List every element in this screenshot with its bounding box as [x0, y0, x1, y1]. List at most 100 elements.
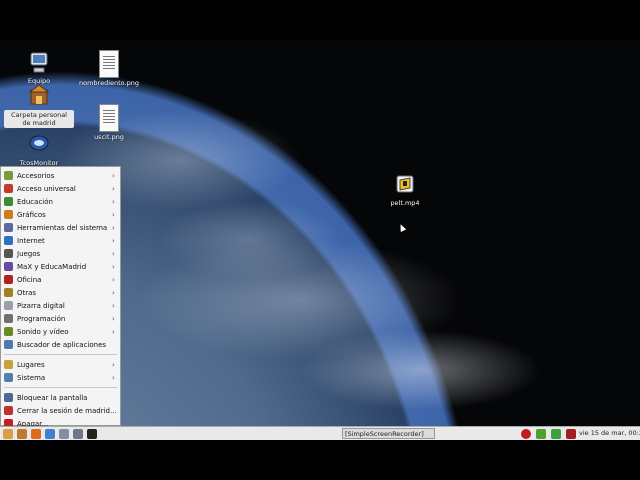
chevron-right-icon: › — [112, 223, 115, 232]
desktop-icon-label: pelt.mp4 — [390, 199, 420, 207]
menu-item-label: Internet — [17, 236, 45, 245]
places-icon — [4, 360, 13, 369]
desktop-icon-pelt[interactable]: pelt.mp4 — [370, 172, 440, 208]
menu-item-app-finder[interactable]: Buscador de aplicaciones — [1, 338, 120, 351]
programming-icon — [4, 314, 13, 323]
chevron-right-icon: › — [112, 360, 115, 369]
menu-item-universal-access[interactable]: Acceso universal › — [1, 182, 120, 195]
menu-item-programming[interactable]: Programación › — [1, 312, 120, 325]
chevron-right-icon: › — [112, 373, 115, 382]
menu-item-label: Herramientas del sistema — [17, 223, 108, 232]
chevron-right-icon: › — [112, 197, 115, 206]
computer-icon — [28, 50, 50, 76]
max-icon — [4, 262, 13, 271]
whiteboard-icon — [4, 301, 13, 310]
menu-item-label: Educación — [17, 197, 53, 206]
menu-item-office[interactable]: Oficina › — [1, 273, 120, 286]
menu-item-other[interactable]: Otras › — [1, 286, 120, 299]
menu-item-lock-screen[interactable]: Bloquear la pantalla — [1, 391, 120, 404]
desktop-icon-equipo[interactable]: Equipo — [4, 50, 74, 86]
menu-item-label: Bloquear la pantalla — [17, 393, 88, 402]
chevron-right-icon: › — [112, 184, 115, 193]
desktop-icon-label: Carpeta personal de madrid — [4, 110, 74, 128]
terminal-icon[interactable] — [87, 429, 97, 439]
chevron-right-icon: › — [112, 301, 115, 310]
chevron-right-icon: › — [112, 314, 115, 323]
menu-item-accessories[interactable]: Accesorios › — [1, 169, 120, 182]
menu-item-max[interactable]: MaX y EducaMadrid › — [1, 260, 120, 273]
menu-item-system[interactable]: Sistema › — [1, 371, 120, 384]
internet-icon — [4, 236, 13, 245]
home-folder-icon — [28, 84, 50, 110]
menu-item-label: Sonido y vídeo — [17, 327, 69, 336]
desktop-icon-label: nombrediento.png — [79, 79, 139, 87]
menu-item-system-tools[interactable]: Herramientas del sistema › — [1, 221, 120, 234]
text-editor-icon[interactable] — [59, 429, 69, 439]
sound-video-icon — [4, 327, 13, 336]
universal-access-icon — [4, 184, 13, 193]
menu-item-education[interactable]: Educación › — [1, 195, 120, 208]
volume-icon[interactable] — [566, 429, 576, 439]
network-icon[interactable] — [551, 429, 561, 439]
logout-icon — [4, 406, 13, 415]
other-icon — [4, 288, 13, 297]
menu-item-label: Cerrar la sesión de madrid... — [17, 406, 117, 415]
chevron-right-icon: › — [112, 262, 115, 271]
graphics-icon — [4, 210, 13, 219]
task-simplescreenrecorder[interactable]: [SimpleScreenRecorder] — [342, 428, 435, 439]
office-icon — [4, 275, 13, 284]
chevron-right-icon: › — [112, 249, 115, 258]
letterbox-bottom — [0, 440, 640, 480]
menu-item-graphics[interactable]: Gráficos › — [1, 208, 120, 221]
menu-item-sound-video[interactable]: Sonido y vídeo › — [1, 325, 120, 338]
desktop-icon-nombrediento[interactable]: nombrediento.png — [74, 50, 144, 88]
menu-item-label: Lugares — [17, 360, 45, 369]
chevron-right-icon: › — [112, 288, 115, 297]
screen-icon[interactable] — [73, 429, 83, 439]
menu-item-label: Buscador de aplicaciones — [17, 340, 107, 349]
file-manager-icon[interactable] — [17, 429, 27, 439]
desktop-icon-uscit[interactable]: uscit.png — [74, 104, 144, 142]
menu-item-label: Otras — [17, 288, 37, 297]
menu-item-whiteboard[interactable]: Pizarra digital › — [1, 299, 120, 312]
menu-item-label: Programación — [17, 314, 66, 323]
menu-item-label: Acceso universal — [17, 184, 76, 193]
menu-item-places[interactable]: Lugares › — [1, 358, 120, 371]
battery-icon[interactable] — [536, 429, 546, 439]
menu-item-label: Accesorios — [17, 171, 55, 180]
monitor-app-icon — [28, 132, 50, 158]
app-finder-icon — [4, 340, 13, 349]
menu-separator — [4, 354, 117, 355]
menu-item-games[interactable]: Juegos › — [1, 247, 120, 260]
chrome-icon[interactable] — [45, 429, 55, 439]
chevron-right-icon: › — [112, 275, 115, 284]
letterbox-top — [0, 0, 640, 40]
record-icon[interactable] — [521, 429, 531, 439]
menu-item-label: Juegos — [17, 249, 41, 258]
menu-item-internet[interactable]: Internet › — [1, 234, 120, 247]
applications-menu: Accesorios › Acceso universal › Educación › Gr… — [0, 166, 121, 428]
menu-item-label: MaX y EducaMadrid — [17, 262, 87, 271]
menu-item-logout[interactable]: Cerrar la sesión de madrid... — [1, 404, 120, 417]
task-label: [SimpleScreenRecorder] — [345, 429, 424, 438]
desktop-icon-carpeta-personal[interactable]: Carpeta personal de madrid — [4, 84, 74, 128]
chevron-right-icon: › — [112, 327, 115, 336]
education-icon — [4, 197, 13, 206]
menu-launcher-icon[interactable] — [3, 429, 13, 439]
menu-item-label: Gráficos — [17, 210, 46, 219]
desktop-icon-label: uscit.png — [94, 133, 124, 141]
image-file-icon — [99, 104, 119, 132]
clock[interactable]: vie 15 de mar, 00:27 — [579, 429, 640, 437]
chevron-right-icon: › — [112, 236, 115, 245]
menu-item-label: Sistema — [17, 373, 46, 382]
video-file-icon — [394, 172, 416, 198]
lock-screen-icon — [4, 393, 13, 402]
taskbar: [SimpleScreenRecorder] vie 15 de mar, 00… — [0, 426, 640, 440]
image-file-icon — [99, 50, 119, 78]
menu-separator — [4, 387, 117, 388]
system-tools-icon — [4, 223, 13, 232]
games-icon — [4, 249, 13, 258]
accessories-icon — [4, 171, 13, 180]
chevron-right-icon: › — [112, 210, 115, 219]
firefox-icon[interactable] — [31, 429, 41, 439]
